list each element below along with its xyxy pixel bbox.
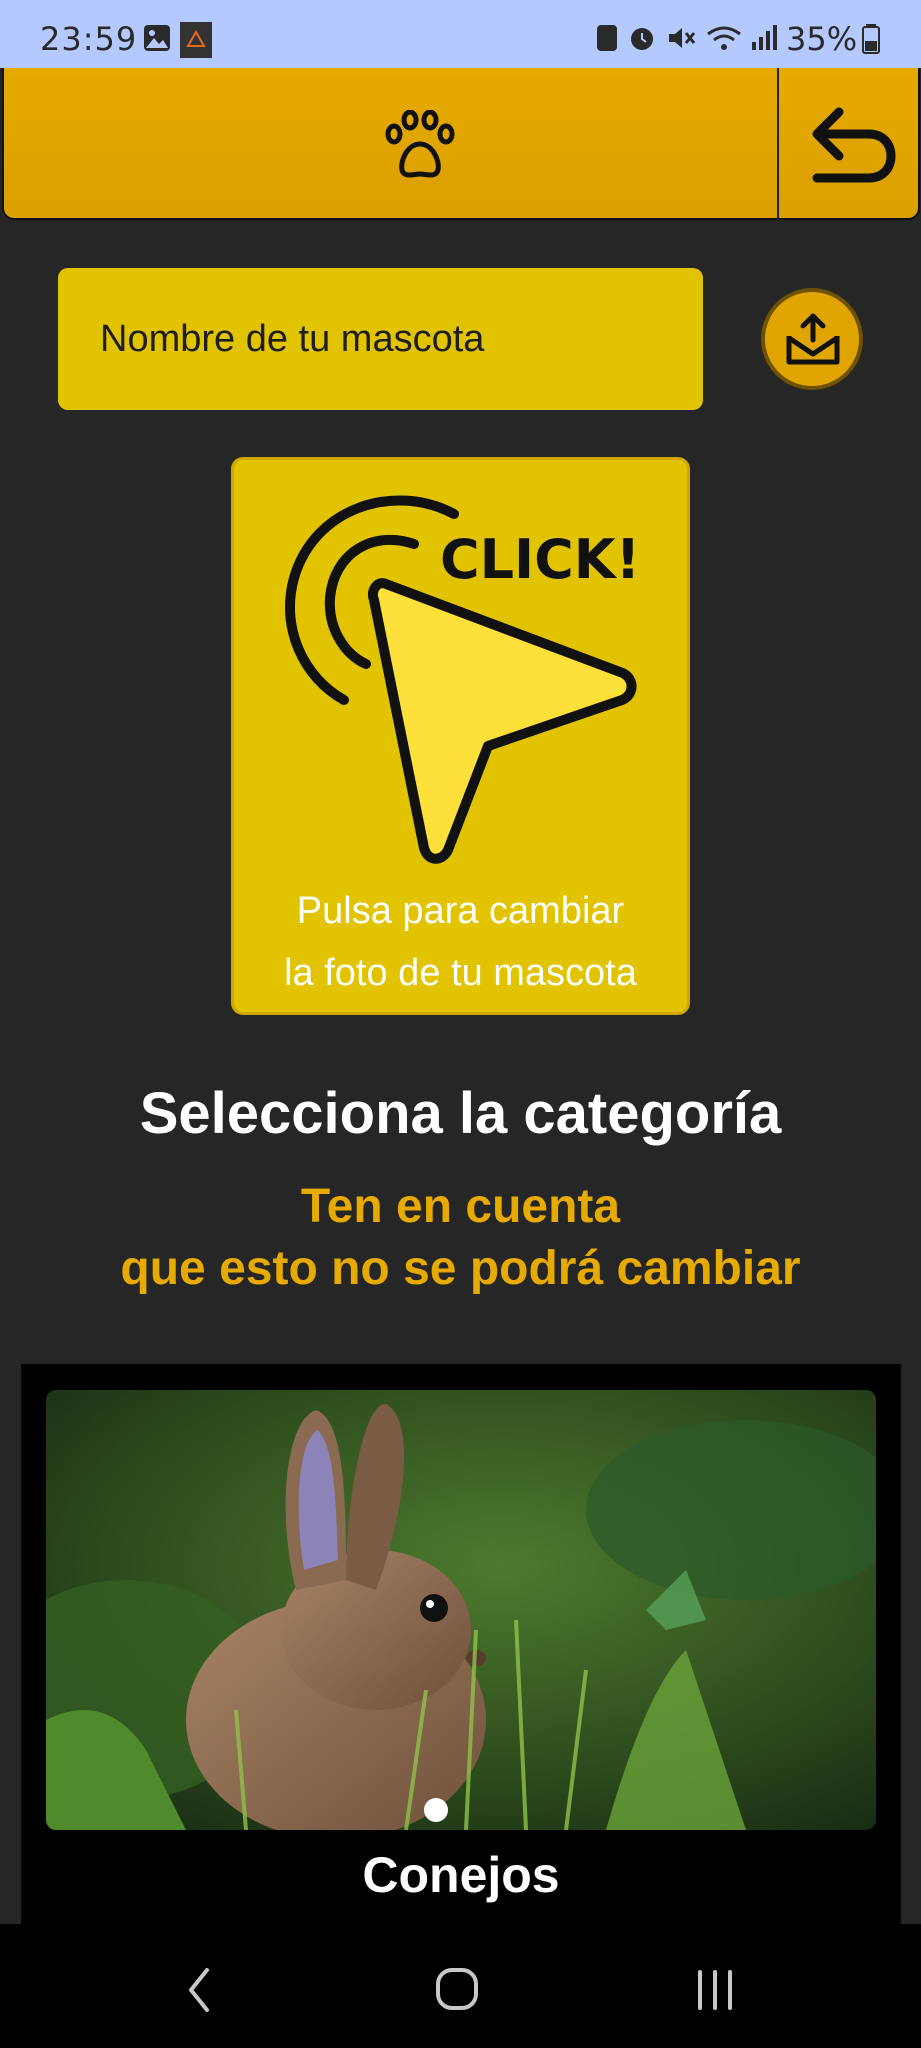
status-bar: 23:59 35% <box>0 0 921 68</box>
category-warning-line2: que esto no se podrá cambiar <box>120 1242 801 1295</box>
photo-caption: Pulsa para cambiar la foto de tu mascota <box>234 880 687 1004</box>
battery-icon <box>862 24 880 54</box>
category-warning: Ten en cuenta que esto no se podrá cambi… <box>0 1176 921 1300</box>
share-button[interactable] <box>761 288 863 390</box>
wifi-icon <box>707 26 741 50</box>
gallery-icon <box>144 25 170 51</box>
category-title: Selecciona la categoría <box>139 1081 782 1146</box>
click-text: CLICK! <box>440 528 640 591</box>
back-button[interactable] <box>779 70 920 218</box>
recents-nav-icon <box>698 1970 732 2010</box>
nav-home-button[interactable] <box>412 1954 502 2024</box>
mute-icon <box>669 28 696 48</box>
system-nav-bar <box>0 1924 921 2048</box>
pet-name-input[interactable] <box>58 268 703 410</box>
nfc-icon <box>597 25 617 51</box>
pet-photo-picker[interactable]: CLICK! Pulsa para cambiar la foto de tu … <box>231 457 690 1015</box>
photo-caption-line2: la foto de tu mascota <box>284 952 637 994</box>
share-upload-icon <box>786 313 840 365</box>
battery-percent: 35% <box>786 20 858 58</box>
click-cursor-icon: CLICK! <box>285 495 640 864</box>
back-arrow-icon <box>812 107 896 183</box>
home-nav-icon <box>436 1968 478 2010</box>
nav-recents-button[interactable] <box>670 1954 760 2024</box>
category-label: Conejos <box>362 1847 560 1903</box>
category-card-conejos[interactable]: Conejos <box>21 1364 901 1924</box>
back-nav-icon <box>189 1968 209 2012</box>
nav-back-button[interactable] <box>155 1954 245 2024</box>
signal-icon <box>752 25 777 50</box>
category-warning-line1: Ten en cuenta <box>300 1180 621 1233</box>
status-time: 23:59 <box>40 20 138 58</box>
alarm-icon <box>631 28 653 50</box>
photo-caption-line1: Pulsa para cambiar <box>296 890 625 932</box>
category-image-rabbit <box>46 1390 876 1830</box>
paw-icon <box>385 110 455 178</box>
app-notification-icon <box>180 22 212 58</box>
